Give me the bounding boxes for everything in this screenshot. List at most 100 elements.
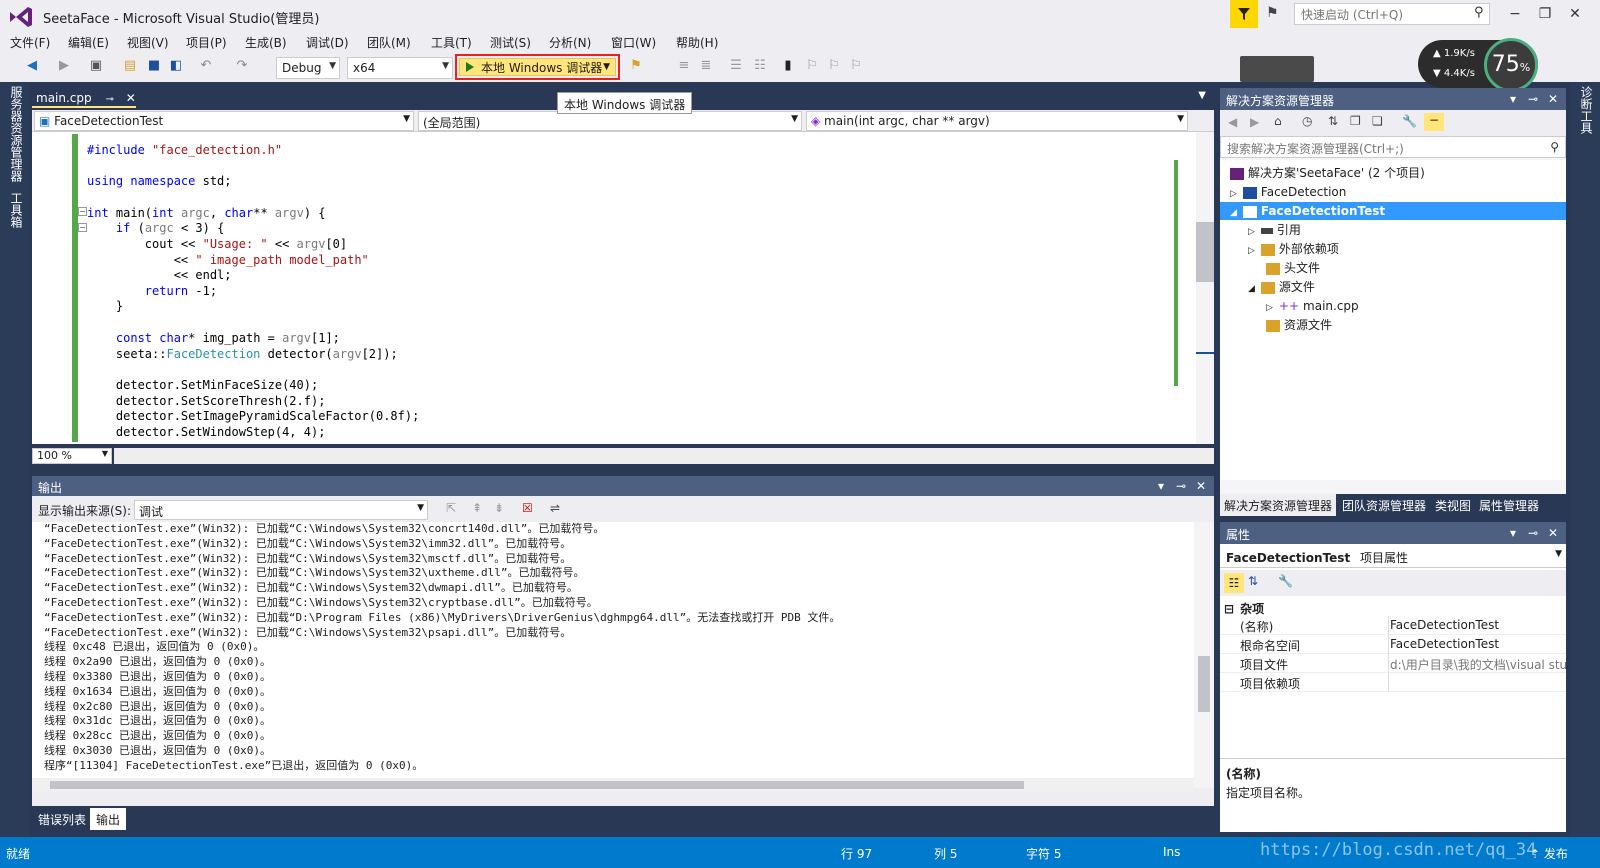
menu-view[interactable]: 视图(V) xyxy=(127,34,169,51)
step-over-icon[interactable]: ≣ xyxy=(698,58,714,74)
find-message-icon[interactable]: ⇱ xyxy=(446,501,456,515)
alphabetical-icon[interactable]: ⇅ xyxy=(1248,574,1258,588)
feedback-icon[interactable]: ⚑ xyxy=(1266,5,1286,25)
zoom-select[interactable]: 100 % ▼ xyxy=(32,448,112,464)
tree-node-headers[interactable]: 头文件 xyxy=(1266,259,1320,277)
show-all-files-icon[interactable]: ❏ xyxy=(1372,114,1383,128)
next-message-icon[interactable]: ⇟ xyxy=(494,501,504,515)
pin-icon[interactable]: ⊸ xyxy=(1528,92,1538,106)
configuration-select[interactable]: Debug ▼ xyxy=(276,57,340,79)
word-wrap-icon[interactable]: ⇌ xyxy=(550,501,560,515)
member-select[interactable]: ◈ main(int argc, char ** argv) ▼ xyxy=(806,111,1188,131)
property-pages-icon[interactable]: 🔧 xyxy=(1278,574,1293,588)
new-project-icon[interactable]: ▣ xyxy=(88,58,104,74)
start-debugging-button[interactable]: 本地 Windows 调试器 ▼ xyxy=(455,54,620,80)
chevron-down-icon[interactable]: ▾ xyxy=(1510,526,1516,540)
chevron-right-icon[interactable]: ▷ xyxy=(1248,227,1255,237)
editor-vertical-scrollbar[interactable] xyxy=(1196,132,1214,444)
code-editor[interactable]: − − #include "face_detection.h" using na… xyxy=(32,132,1214,444)
menu-window[interactable]: 窗口(W) xyxy=(611,34,656,51)
search-icon[interactable]: ⚲ xyxy=(1474,5,1484,20)
forward-icon[interactable]: ▶ xyxy=(56,58,72,74)
menu-edit[interactable]: 编辑(E) xyxy=(68,34,109,51)
history-icon[interactable]: ◷ xyxy=(1302,114,1312,128)
save-icon[interactable]: ■ xyxy=(146,58,162,74)
collapse-all-icon[interactable]: ❐ xyxy=(1350,114,1361,128)
chevron-right-icon[interactable]: ▷ xyxy=(1248,246,1255,256)
find-in-files-icon[interactable]: ⚑ xyxy=(628,58,644,74)
scroll-thumb[interactable] xyxy=(50,781,1024,789)
tab-output[interactable]: 输出 xyxy=(90,808,127,830)
properties-wrench-icon[interactable]: 🔧 xyxy=(1402,114,1417,128)
close-icon[interactable]: ✕ xyxy=(126,91,136,105)
back-icon[interactable]: ◀ xyxy=(24,58,40,74)
comment-icon[interactable]: ☰ xyxy=(728,58,744,74)
tab-property-manager[interactable]: 属性管理器 xyxy=(1479,497,1539,514)
toolbox-tab[interactable]: 工具箱 xyxy=(8,192,25,228)
menu-debug[interactable]: 调试(D) xyxy=(306,34,349,51)
close-icon[interactable]: ✕ xyxy=(1196,479,1206,493)
sync-icon[interactable]: ⇅ xyxy=(1328,114,1338,128)
menu-help[interactable]: 帮助(H) xyxy=(676,34,718,51)
back-icon[interactable]: ◀ xyxy=(1228,115,1237,129)
clear-bookmarks-icon[interactable]: ⚐ xyxy=(848,58,864,74)
prev-message-icon[interactable]: ⇞ xyxy=(472,501,482,515)
server-explorer-tab[interactable]: 服务器资源管理器 xyxy=(8,86,25,182)
forward-icon[interactable]: ▶ xyxy=(1250,115,1259,129)
scroll-thumb[interactable] xyxy=(1198,656,1210,712)
menu-tools[interactable]: 工具(T) xyxy=(431,34,472,51)
property-row[interactable]: 项目依赖项 xyxy=(1220,673,1566,692)
tree-node-main-cpp[interactable]: ▷ ++ main.cpp xyxy=(1266,297,1359,315)
project-scope-select[interactable]: ▣ FaceDetectionTest ▼ xyxy=(34,111,414,131)
properties-object-select[interactable]: FaceDetectionTest 项目属性 ▼ xyxy=(1220,546,1566,568)
next-bookmark-icon[interactable]: ⚐ xyxy=(826,58,842,74)
categorized-icon[interactable]: ☷ xyxy=(1224,573,1244,593)
maximize-button[interactable]: ❐ xyxy=(1530,2,1560,26)
chevron-down-icon[interactable]: ▼ xyxy=(1198,90,1206,101)
solution-search-input[interactable]: 搜索解决方案资源管理器(Ctrl+;) ⚲ xyxy=(1220,136,1566,158)
collapse-icon[interactable]: − xyxy=(78,223,87,232)
tree-node-project[interactable]: ▷ FaceDetection xyxy=(1230,183,1346,201)
chevron-down-icon[interactable]: ▾ xyxy=(1510,92,1516,106)
minimize-button[interactable]: − xyxy=(1500,2,1530,26)
tree-node-solution[interactable]: 解决方案'SeetaFace' (2 个项目) xyxy=(1230,164,1425,182)
global-scope-select[interactable]: (全局范围) ▼ xyxy=(418,111,802,131)
redo-icon[interactable]: ↷ xyxy=(234,58,250,74)
property-row[interactable]: 根命名空间 FaceDetectionTest xyxy=(1220,635,1566,654)
filter-icon[interactable] xyxy=(1230,0,1258,28)
platform-select[interactable]: x64 ▼ xyxy=(347,57,453,79)
property-category[interactable]: ⊟ 杂项 xyxy=(1220,598,1566,616)
pin-icon[interactable]: ⊸ xyxy=(1176,479,1186,493)
menu-project[interactable]: 项目(P) xyxy=(186,34,227,51)
menu-analyze[interactable]: 分析(N) xyxy=(549,34,591,51)
open-file-icon[interactable]: ▤ xyxy=(122,58,138,74)
close-icon[interactable]: ✕ xyxy=(1548,92,1558,106)
scroll-thumb[interactable] xyxy=(1196,222,1214,282)
output-source-select[interactable]: 调试 ▼ xyxy=(134,500,428,520)
output-text[interactable]: “FaceDetectionTest.exe”(Win32): 已加载“C:\W… xyxy=(32,522,1194,778)
step-icon[interactable]: ≡ xyxy=(676,58,692,74)
chevron-down-icon[interactable]: ▾ xyxy=(1158,479,1164,493)
save-all-icon[interactable]: ◧ xyxy=(168,58,184,74)
output-horizontal-scrollbar[interactable] xyxy=(32,778,1194,792)
undo-icon[interactable]: ↶ xyxy=(198,58,214,74)
uncomment-icon[interactable]: ☷ xyxy=(752,58,768,74)
chevron-right-icon[interactable]: ▷ xyxy=(1230,189,1237,199)
menu-file[interactable]: 文件(F) xyxy=(10,34,50,51)
menu-build[interactable]: 生成(B) xyxy=(245,34,287,51)
preview-icon[interactable]: − xyxy=(1424,113,1444,131)
chevron-down-icon[interactable]: ◢ xyxy=(1230,208,1237,218)
tab-solution-explorer[interactable]: 解决方案资源管理器 xyxy=(1220,494,1337,516)
collapse-icon[interactable]: − xyxy=(78,207,87,216)
property-row[interactable]: (名称) FaceDetectionTest xyxy=(1220,616,1566,635)
chevron-right-icon[interactable]: ▷ xyxy=(1266,303,1273,313)
menu-team[interactable]: 团队(M) xyxy=(367,34,411,51)
bookmark-icon[interactable]: ▮ xyxy=(780,58,796,74)
output-vertical-scrollbar[interactable] xyxy=(1194,522,1214,788)
property-row[interactable]: 项目文件 d:\用户目录\我的文档\visual stu xyxy=(1220,654,1566,673)
prev-bookmark-icon[interactable]: ⚐ xyxy=(804,58,820,74)
pin-icon[interactable]: ⊸ xyxy=(1528,526,1538,540)
chevron-down-icon[interactable]: ▼ xyxy=(603,62,610,72)
close-button[interactable]: ✕ xyxy=(1560,2,1590,26)
tab-team-explorer[interactable]: 团队资源管理器 xyxy=(1342,497,1426,514)
